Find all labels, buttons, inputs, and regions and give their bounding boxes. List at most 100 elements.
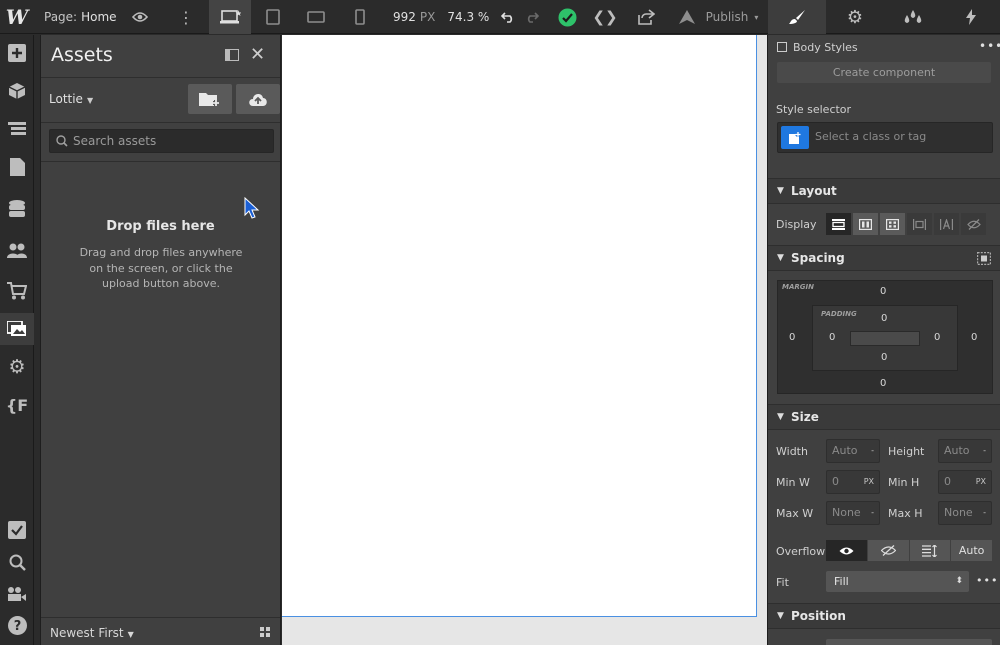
width-field[interactable]: Auto - [826, 439, 880, 463]
search-assets-input[interactable] [73, 134, 263, 148]
grid-view-icon[interactable] [260, 627, 270, 637]
divider [41, 161, 280, 162]
canvas-page[interactable] [282, 35, 757, 617]
display-none-icon[interactable] [961, 213, 986, 235]
mobile-portrait-icon[interactable] [350, 0, 370, 34]
layout-section-header[interactable]: ▼ Layout [768, 178, 1000, 204]
mobile-landscape-icon[interactable] [305, 0, 327, 34]
search-icon[interactable] [0, 546, 34, 578]
display-flex-icon[interactable] [853, 213, 878, 235]
page-selector[interactable]: Page: Home [44, 0, 117, 34]
margin-right-value[interactable]: 0 [971, 332, 977, 343]
canvas-area[interactable] [282, 35, 767, 645]
max-height-value: None [944, 506, 973, 519]
cms-database-icon[interactable] [0, 193, 34, 225]
padding-top-value[interactable]: 0 [881, 313, 887, 324]
layout-title: Layout [791, 184, 837, 198]
navigator-layers-icon[interactable] [0, 113, 34, 145]
desktop-device-icon[interactable]: ★ [209, 0, 251, 34]
spacing-box-model: MARGIN 0 0 0 0 PADDING 0 0 0 0 [777, 280, 993, 394]
min-height-label: Min H [888, 476, 920, 489]
assets-title: Assets [51, 44, 113, 66]
spacing-options-icon[interactable] [977, 252, 991, 265]
display-block-icon[interactable] [826, 213, 851, 235]
status-check-icon[interactable] [556, 0, 578, 34]
more-options-icon[interactable]: ••• [979, 39, 1000, 53]
spacing-section-header[interactable]: ▼ Spacing [768, 245, 1000, 271]
users-icon[interactable] [0, 235, 34, 267]
ecommerce-cart-icon[interactable] [0, 275, 34, 307]
spacing-title: Spacing [791, 251, 845, 265]
max-width-field[interactable]: None - [826, 501, 880, 525]
close-icon[interactable]: ✕ [250, 44, 265, 65]
tablet-device-icon[interactable] [262, 0, 284, 34]
margin-bottom-value[interactable]: 0 [880, 378, 886, 389]
min-width-field[interactable]: 0 PX [826, 470, 880, 494]
share-icon[interactable] [635, 0, 657, 34]
fit-select[interactable]: Fill ⬍ [826, 571, 969, 592]
interactions-bolt-icon[interactable] [942, 0, 1000, 34]
video-tutorials-icon[interactable] [0, 578, 34, 610]
settings-gear-icon[interactable]: ⚙ [0, 351, 34, 383]
left-toolbar: ⚙ {F ? [0, 35, 34, 645]
dock-panel-icon[interactable] [225, 49, 239, 61]
display-label: Display [776, 218, 817, 231]
add-class-icon[interactable] [781, 126, 809, 149]
new-folder-button[interactable] [188, 84, 232, 114]
min-height-field[interactable]: 0 PX [938, 470, 992, 494]
margin-label: MARGIN [782, 283, 814, 291]
style-manager-drops-icon[interactable] [884, 0, 942, 34]
create-component-button[interactable]: Create component [777, 62, 991, 83]
height-field[interactable]: Auto - [938, 439, 992, 463]
variables-icon[interactable]: {F [0, 389, 34, 421]
asset-type-dropdown[interactable]: Lottie ▼ [49, 92, 93, 106]
style-selector-input[interactable] [815, 130, 985, 143]
padding-left-value[interactable]: 0 [829, 332, 835, 343]
code-export-icon[interactable]: ❮❯ [592, 0, 617, 34]
display-options [826, 213, 993, 237]
overflow-scroll-icon[interactable] [909, 540, 951, 561]
fit-options-icon[interactable]: ••• [976, 574, 998, 587]
max-height-field[interactable]: None - [938, 501, 992, 525]
display-inline-block-icon[interactable] [907, 213, 932, 235]
preview-eye-icon[interactable] [128, 0, 152, 34]
overflow-visible-eye-icon[interactable] [826, 540, 867, 561]
audit-checkbox-icon[interactable] [0, 514, 34, 546]
undo-icon[interactable] [498, 0, 518, 34]
webflow-logo[interactable]: W [0, 0, 34, 34]
pages-icon[interactable] [0, 151, 34, 183]
search-assets-field[interactable] [49, 129, 274, 153]
help-question-icon[interactable]: ? [0, 609, 34, 641]
sort-label: Newest First [50, 626, 124, 640]
margin-top-value[interactable]: 0 [880, 286, 886, 297]
padding-right-value[interactable]: 0 [934, 332, 940, 343]
display-inline-icon[interactable] [934, 213, 959, 235]
assets-images-icon[interactable] [0, 313, 34, 345]
display-grid-icon[interactable] [880, 213, 905, 235]
min-height-unit: PX [975, 477, 986, 486]
height-label: Height [888, 445, 925, 458]
redo-icon[interactable] [522, 0, 542, 34]
settings-gear-icon[interactable]: ⚙ [826, 0, 884, 34]
position-section-header[interactable]: ▼ Position [768, 603, 1000, 629]
asset-type-label: Lottie [49, 92, 83, 106]
publish-label: Publish [705, 10, 749, 24]
overflow-auto-button[interactable]: Auto [951, 540, 992, 561]
style-selector-field[interactable] [777, 122, 993, 153]
size-section-header[interactable]: ▼ Size [768, 404, 1000, 430]
symbols-box-icon[interactable] [0, 75, 34, 107]
margin-left-value[interactable]: 0 [789, 332, 795, 343]
more-vertical-icon[interactable]: ⋮ [176, 0, 196, 34]
style-tab-brush-icon[interactable] [768, 0, 826, 34]
style-panel: Body Styles ••• Create component Style s… [767, 35, 1000, 645]
upload-button[interactable] [236, 84, 280, 114]
padding-label: PADDING [821, 310, 857, 318]
publish-button[interactable]: Publish ▾ [676, 0, 760, 34]
add-elements-icon[interactable] [0, 37, 34, 69]
padding-bottom-value[interactable]: 0 [881, 352, 887, 363]
canvas-width-readout[interactable]: 992 PX 74.3 % [393, 0, 489, 34]
overflow-hidden-icon[interactable] [867, 540, 909, 561]
sort-dropdown[interactable]: Newest First ▼ [50, 626, 134, 640]
padding-box: PADDING 0 0 0 0 [812, 305, 958, 371]
position-select[interactable] [826, 639, 992, 645]
